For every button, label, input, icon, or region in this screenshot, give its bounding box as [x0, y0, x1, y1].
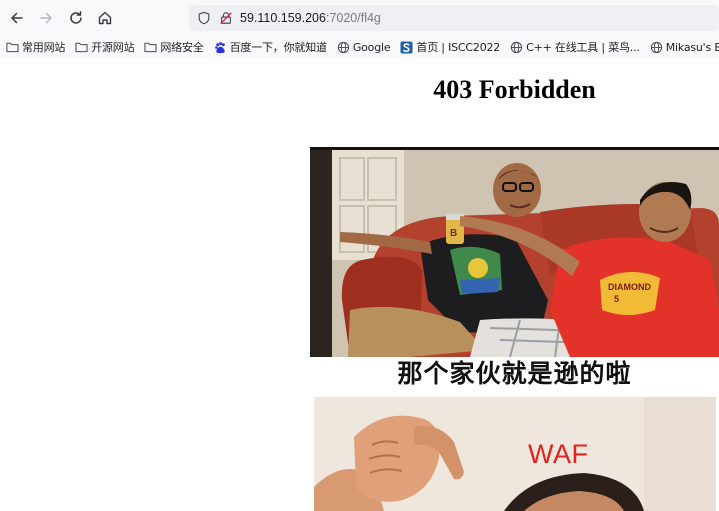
bookmark-label: 百度一下，你就知道: [229, 41, 327, 54]
bookmark-label: 网络安全: [160, 41, 204, 54]
bookmarks-toolbar: 常用网站 开源网站 网络安全 百度一下，你就知道 Google 首页 | ISC…: [0, 36, 719, 58]
url-text[interactable]: 59.110.159.206:7020/fl4g: [240, 11, 381, 25]
meme-image-thumbs-down: WAF: [314, 397, 716, 511]
folder-icon: [6, 41, 19, 54]
bookmark-baidu[interactable]: 百度一下，你就知道: [208, 37, 331, 57]
bookmark-mikasu-blog[interactable]: Mikasu's Blog: [644, 37, 719, 57]
iscc-logo-icon: [400, 40, 413, 54]
bookmark-label: Google: [352, 40, 391, 54]
navigation-toolbar: 59.110.159.206:7020/fl4g: [0, 0, 719, 36]
back-arrow-icon: [11, 12, 23, 24]
home-icon: [98, 11, 112, 25]
forward-button[interactable]: [34, 6, 58, 30]
bookmark-label: C++ 在线工具 | 菜鸟...: [526, 41, 640, 54]
bookmark-label: Mikasu's Blog: [665, 40, 719, 54]
bookmark-folder-open-source[interactable]: 开源网站: [69, 37, 138, 57]
svg-text:B: B: [450, 228, 457, 239]
bookmark-folder-common-sites[interactable]: 常用网站: [0, 37, 69, 57]
bookmark-iscc2022[interactable]: 首页 | ISCC2022: [394, 37, 504, 57]
reload-button[interactable]: [64, 6, 88, 30]
address-bar[interactable]: 59.110.159.206:7020/fl4g: [189, 5, 719, 31]
folder-icon: [75, 41, 88, 54]
browser-chrome: 59.110.159.206:7020/fl4g 常用网站 开源网站 网络安全: [0, 0, 719, 60]
globe-icon: [337, 41, 350, 54]
home-button[interactable]: [93, 6, 117, 30]
insecure-lock-icon[interactable]: [218, 10, 234, 26]
tracking-protection-shield-icon[interactable]: [196, 10, 212, 26]
bookmark-runoob-cpp[interactable]: C++ 在线工具 | 菜鸟...: [504, 37, 644, 57]
bookmark-folder-network-security[interactable]: 网络安全: [138, 37, 207, 57]
globe-icon: [650, 41, 663, 54]
meme-caption: 那个家伙就是逊的啦: [397, 359, 632, 388]
url-path: :7020/fl4g: [325, 11, 381, 25]
forward-arrow-icon: [40, 12, 52, 24]
meme-sofa-illustration: B DIAMOND 5: [310, 150, 719, 357]
bookmark-label: 常用网站: [22, 41, 66, 54]
reload-icon: [70, 11, 82, 24]
folder-icon: [144, 41, 157, 54]
page-title: 403 Forbidden: [433, 75, 596, 104]
bookmark-label: 首页 | ISCC2022: [416, 41, 501, 54]
globe-icon: [510, 41, 523, 54]
meme-image-sofa: B DIAMOND 5: [310, 147, 719, 357]
bookmark-google[interactable]: Google: [331, 37, 395, 57]
bookmark-label: 开源网站: [91, 41, 135, 54]
svg-text:5: 5: [614, 294, 619, 304]
back-button[interactable]: [5, 6, 29, 30]
waf-label: WAF: [528, 439, 589, 469]
page-content: 403 Forbidden B DIAMOND 5 那个家伙就是逊的啦 WAF: [0, 59, 719, 511]
baidu-paw-icon: [214, 41, 227, 54]
thumbs-down-illustration: [314, 397, 716, 511]
svg-text:DIAMOND: DIAMOND: [608, 282, 651, 292]
url-host: 59.110.159.206: [240, 11, 326, 25]
